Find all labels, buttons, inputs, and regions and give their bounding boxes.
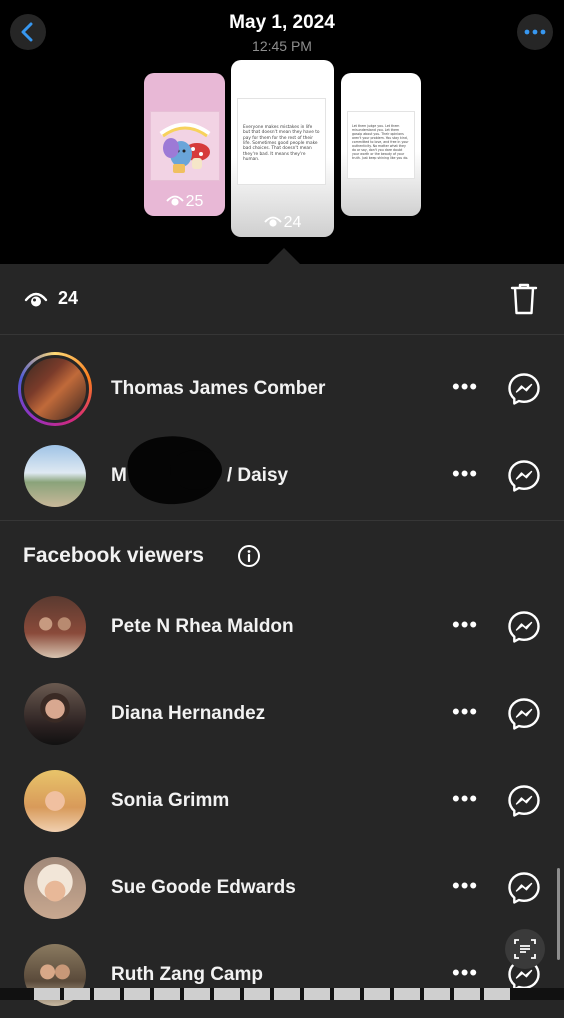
info-icon[interactable] (237, 544, 261, 568)
story-quote-text: Everyone makes mistakes in life but that… (243, 125, 320, 163)
more-options-button[interactable] (517, 14, 553, 50)
story-quote-text: Let them judge you. Let them misundersta… (352, 124, 409, 160)
story-view-count: 24 (231, 214, 334, 232)
eye-icon (263, 216, 282, 227)
viewers-summary-row: 24 (0, 264, 564, 335)
cartoon-characters-image (159, 122, 211, 173)
story-view-count: 25 (144, 193, 225, 211)
story-date: May 1, 2024 (229, 12, 335, 33)
scan-text-button[interactable] (505, 929, 545, 969)
viewer-name[interactable]: Thomas James Comber (111, 378, 325, 400)
viewer-name[interactable]: Sue Goode Edwards (111, 877, 296, 899)
avatar[interactable] (24, 857, 86, 919)
messenger-icon[interactable] (507, 871, 541, 905)
facebook-viewer-row[interactable]: Diana Hernandez ••• (0, 671, 564, 757)
story-thumbnail-1[interactable]: 25 (144, 73, 225, 216)
facebook-viewer-row[interactable]: Pete N Rhea Maldon ••• (0, 584, 564, 670)
story-time: 12:45 PM (252, 38, 312, 54)
more-options-button[interactable]: ••• (452, 788, 478, 810)
more-options-button[interactable]: ••• (452, 962, 478, 984)
story-quote-card: Everyone makes mistakes in life but that… (237, 98, 326, 185)
more-horizontal-icon (524, 29, 546, 35)
more-options-button[interactable]: ••• (452, 463, 478, 485)
avatar[interactable] (18, 352, 92, 426)
facebook-viewer-row[interactable]: Sonia Grimm ••• (0, 758, 564, 844)
story-sticker-image (150, 111, 220, 181)
avatar[interactable] (24, 445, 86, 507)
story-thumbnail-2-selected[interactable]: Everyone makes mistakes in life but that… (231, 60, 334, 237)
viewer-name[interactable]: Pete N Rhea Maldon (111, 616, 294, 638)
viewer-name[interactable]: Diana Hernandez (111, 703, 265, 725)
trash-icon[interactable] (509, 282, 539, 316)
viewer-row[interactable]: Thomas James Comber ••• (0, 346, 564, 432)
story-quote-card: Let them judge you. Let them misundersta… (347, 111, 415, 179)
facebook-viewer-row[interactable]: Ruth Zang Camp ••• (0, 932, 564, 1018)
avatar[interactable] (24, 596, 86, 658)
eye-icon (24, 292, 48, 307)
thumbnail-strip (0, 988, 564, 1000)
avatar[interactable] (24, 770, 86, 832)
scan-text-icon (514, 939, 536, 959)
viewer-name[interactable]: Ruth Zang Camp (111, 964, 263, 986)
section-divider (0, 520, 564, 521)
messenger-icon[interactable] (507, 697, 541, 731)
selection-caret (268, 248, 300, 264)
more-options-button[interactable]: ••• (452, 614, 478, 636)
facebook-viewers-title: Facebook viewers (23, 544, 204, 567)
redaction-scribble (170, 450, 222, 490)
facebook-viewer-row[interactable]: Sue Goode Edwards ••• (0, 845, 564, 931)
avatar[interactable] (24, 683, 86, 745)
viewer-row[interactable]: M / Daisy ••• (0, 433, 564, 519)
messenger-icon[interactable] (507, 372, 541, 406)
scrollbar[interactable] (557, 868, 560, 960)
more-options-button[interactable]: ••• (452, 701, 478, 723)
messenger-icon[interactable] (507, 610, 541, 644)
messenger-icon[interactable] (507, 459, 541, 493)
viewer-name[interactable]: Sonia Grimm (111, 790, 229, 812)
eye-icon (165, 195, 184, 206)
story-preview-area: May 1, 2024 12:45 PM 25 Everyone makes m… (0, 0, 564, 264)
story-thumbnail-3[interactable]: Let them judge you. Let them misundersta… (341, 73, 421, 216)
total-view-count: 24 (58, 288, 79, 308)
more-options-button[interactable]: ••• (452, 875, 478, 897)
more-options-button[interactable]: ••• (452, 376, 478, 398)
messenger-icon[interactable] (507, 784, 541, 818)
